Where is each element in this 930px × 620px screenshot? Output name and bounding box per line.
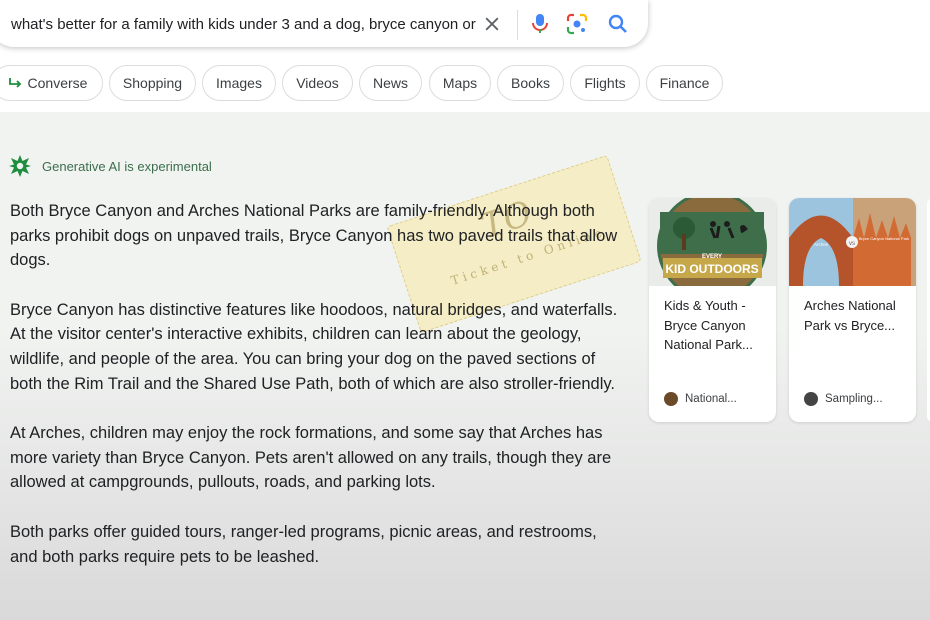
chip-books[interactable]: Books xyxy=(497,65,564,101)
chip-images[interactable]: Images xyxy=(202,65,276,101)
ai-header: Generative AI is experimental xyxy=(8,154,212,178)
close-icon[interactable] xyxy=(482,14,502,34)
microphone-icon[interactable] xyxy=(530,13,550,35)
card-source-label: National... xyxy=(685,393,737,405)
answer-paragraph: Both Bryce Canyon and Arches National Pa… xyxy=(10,202,618,270)
thumb-text-kid-outdoors: KID OUTDOORS xyxy=(665,262,758,276)
chip-finance[interactable]: Finance xyxy=(646,65,723,101)
search-bar: what's better for a family with kids und… xyxy=(0,0,648,47)
google-lens-icon[interactable] xyxy=(566,13,588,35)
chip-videos[interactable]: Videos xyxy=(282,65,353,101)
chip-label: Shopping xyxy=(122,75,183,91)
source-card-arches-vs-bryce[interactable]: vs Arches Bryce Canyon National Park Arc… xyxy=(789,198,916,422)
search-icon[interactable] xyxy=(607,13,629,35)
chip-label: Videos xyxy=(296,75,339,91)
search-input[interactable]: what's better for a family with kids und… xyxy=(11,16,481,33)
card-source-label: Sampling... xyxy=(825,393,883,405)
kid-outdoors-thumbnail: EVERY KID OUTDOORS xyxy=(649,198,776,286)
chip-label: Books xyxy=(511,75,550,91)
chip-label: Flights xyxy=(584,75,626,91)
thumb-text-vs: vs xyxy=(849,241,855,247)
arrow-return-icon xyxy=(8,78,21,88)
thumb-text-bryce: Bryce Canyon National Park xyxy=(859,236,909,241)
search-divider xyxy=(517,10,518,40)
ai-answer: Both Bryce Canyon and Arches National Pa… xyxy=(10,199,620,594)
chip-label: News xyxy=(372,75,408,91)
chip-label: Converse xyxy=(27,75,88,91)
chip-shopping[interactable]: Shopping xyxy=(109,65,196,101)
nps-favicon-icon xyxy=(664,392,678,406)
chip-news[interactable]: News xyxy=(359,65,422,101)
chip-converse[interactable]: Converse xyxy=(0,65,103,101)
generative-ai-icon xyxy=(9,155,31,177)
chip-label: Finance xyxy=(659,75,710,91)
chip-flights[interactable]: Flights xyxy=(570,65,640,101)
thumb-text-every: EVERY xyxy=(702,254,722,260)
card-source: Sampling... xyxy=(804,392,883,406)
answer-paragraph: At Arches, children may enjoy the rock f… xyxy=(10,424,612,492)
ai-experimental-label: Generative AI is experimental xyxy=(42,158,212,174)
source-card-kids-youth[interactable]: EVERY KID OUTDOORS Kids & Youth - Bryce … xyxy=(649,198,776,422)
answer-paragraph: Both parks offer guided tours, ranger-le… xyxy=(10,522,597,566)
chip-maps[interactable]: Maps xyxy=(429,65,491,101)
answer-paragraph: Bryce Canyon has distinctive features li… xyxy=(10,300,618,393)
thumb-text-arches: Arches xyxy=(814,242,829,247)
chip-label: Maps xyxy=(442,75,478,91)
sampling-favicon-icon xyxy=(804,392,818,406)
card-title: Kids & Youth - Bryce Canyon National Par… xyxy=(664,298,753,353)
card-source: National... xyxy=(664,392,737,406)
arches-vs-bryce-thumbnail: vs Arches Bryce Canyon National Park xyxy=(789,198,916,286)
chip-label: Images xyxy=(216,75,262,91)
card-title: Arches National Park vs Bryce... xyxy=(804,298,896,333)
